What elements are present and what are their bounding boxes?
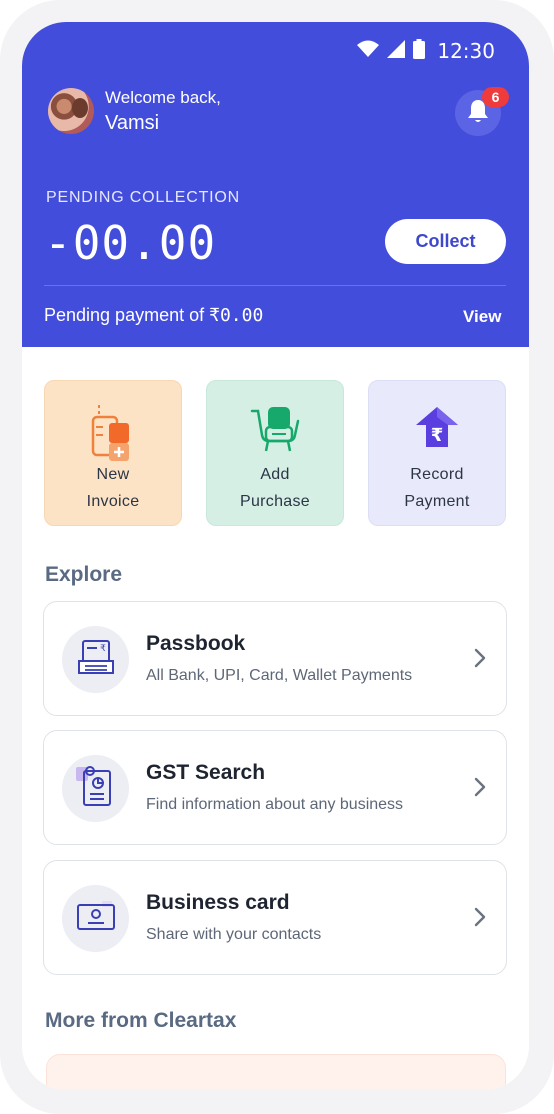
passbook-title: Passbook — [146, 632, 246, 655]
tile-label-line: Invoice — [86, 493, 140, 510]
passbook-card[interactable]: ₹ Passbook All Bank, UPI, Card, Wallet P… — [43, 601, 507, 716]
gst-search-title: GST Search — [146, 761, 266, 784]
new-invoice-label: New Invoice — [45, 461, 181, 515]
status-time: 12:30 — [437, 39, 495, 63]
chevron-right-icon — [474, 777, 486, 802]
passbook-icon-wrap: ₹ — [62, 626, 129, 693]
welcome-text: Welcome back, — [105, 88, 221, 107]
svg-text:₹: ₹ — [431, 425, 444, 446]
add-purchase-label: Add Purchase — [207, 461, 343, 515]
pending-payment-amount: ₹0.00 — [209, 305, 264, 326]
collect-button[interactable]: Collect — [385, 219, 506, 264]
cart-icon — [250, 405, 300, 460]
header-divider — [44, 285, 506, 286]
wifi-icon — [357, 40, 380, 63]
user-name: Vamsi — [105, 112, 160, 134]
tile-label-line: New — [96, 466, 130, 483]
gst-icon-wrap — [62, 755, 129, 822]
tile-label-line: Purchase — [240, 493, 310, 510]
promo-card[interactable] — [46, 1054, 506, 1090]
chevron-right-icon — [474, 907, 486, 932]
signal-icon — [387, 39, 406, 63]
more-from-cleartax-heading: More from Cleartax — [45, 1009, 237, 1032]
business-card-icon — [76, 901, 116, 936]
business-card-icon-wrap — [62, 885, 129, 952]
record-payment-label: Record Payment — [369, 461, 505, 515]
gst-search-card[interactable]: GST Search Find information about any bu… — [43, 730, 507, 845]
tile-label-line: Add — [260, 466, 290, 483]
rupee-upload-icon: ₹ — [414, 405, 460, 456]
record-payment-tile[interactable]: ₹ Record Payment — [368, 380, 506, 526]
business-card-card[interactable]: Business card Share with your contacts — [43, 860, 507, 975]
add-purchase-tile[interactable]: Add Purchase — [206, 380, 344, 526]
app-screen: 12:30 Welcome back, Vamsi 6 PENDING COLL… — [22, 22, 529, 1090]
avatar[interactable] — [48, 88, 94, 134]
header-panel: 12:30 Welcome back, Vamsi 6 PENDING COLL… — [22, 22, 529, 347]
passbook-icon: ₹ — [77, 639, 115, 680]
notification-badge: 6 — [482, 87, 509, 107]
explore-heading: Explore — [45, 563, 123, 586]
pending-collection-amount: -00.00 — [44, 216, 217, 270]
invoice-icon — [91, 405, 135, 468]
gst-document-icon — [75, 765, 116, 812]
new-invoice-tile[interactable]: New Invoice — [44, 380, 182, 526]
tile-label-line: Record — [410, 466, 464, 483]
passbook-subtitle: All Bank, UPI, Card, Wallet Payments — [146, 667, 413, 684]
business-card-title: Business card — [146, 891, 290, 914]
gst-search-subtitle: Find information about any business — [146, 796, 404, 813]
view-link[interactable]: View — [463, 307, 501, 327]
pending-payment-text: Pending payment of ₹0.00 — [44, 305, 263, 326]
pending-collection-label: PENDING COLLECTION — [46, 189, 240, 206]
svg-text:₹: ₹ — [100, 644, 106, 654]
business-card-subtitle: Share with your contacts — [146, 926, 322, 943]
pending-payment-prefix: Pending payment of — [44, 305, 210, 325]
tile-label-line: Payment — [404, 493, 470, 510]
phone-frame: 12:30 Welcome back, Vamsi 6 PENDING COLL… — [0, 0, 554, 1114]
battery-icon — [413, 38, 426, 64]
status-bar: 12:30 — [357, 38, 495, 64]
chevron-right-icon — [474, 648, 486, 673]
